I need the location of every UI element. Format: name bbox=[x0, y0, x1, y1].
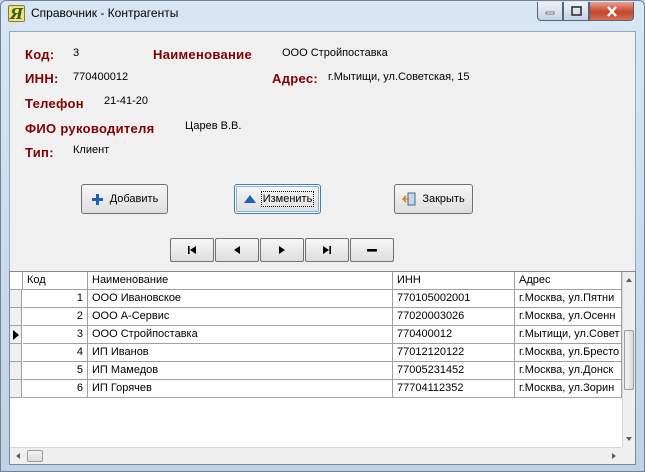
cell-inn[interactable]: 77704112352 bbox=[393, 380, 515, 398]
director-value: Царев В.В. bbox=[185, 120, 242, 132]
scroll-right-arrow-icon bbox=[612, 453, 616, 459]
minus-icon bbox=[367, 249, 377, 252]
nav-first-button[interactable] bbox=[170, 238, 214, 262]
cell-address[interactable]: г.Москва, ул.Зорин bbox=[515, 380, 622, 398]
edit-button[interactable]: Изменить bbox=[234, 184, 321, 214]
app-window: Я Справочник - Контрагенты Код: 3 Наимен… bbox=[0, 0, 645, 472]
previous-record-icon bbox=[234, 246, 240, 254]
row-indicator bbox=[10, 290, 22, 308]
column-header-inn[interactable]: ИНН bbox=[393, 272, 515, 290]
scroll-left-arrow-icon bbox=[16, 453, 20, 459]
nav-delete-button[interactable] bbox=[350, 238, 394, 262]
table-row[interactable]: 4 ИП Иванов 77012120122 г.Москва, ул.Бре… bbox=[10, 344, 622, 362]
horizontal-scroll-thumb[interactable] bbox=[27, 450, 43, 462]
triangle-up-icon bbox=[243, 195, 256, 203]
inn-label: ИНН: bbox=[25, 71, 59, 86]
address-label: Адрес: bbox=[272, 71, 318, 86]
cell-code[interactable]: 4 bbox=[23, 344, 88, 362]
cell-address[interactable]: г.Москва, ул.Пятни bbox=[515, 290, 622, 308]
scrollbar-corner bbox=[622, 447, 635, 464]
cell-name[interactable]: ООО Стройпоставка bbox=[88, 326, 393, 344]
cell-address[interactable]: г.Москва, ул.Бресто bbox=[515, 344, 622, 362]
nav-last-button[interactable] bbox=[305, 238, 349, 262]
window-title: Справочник - Контрагенты bbox=[31, 6, 179, 20]
current-row-arrow-icon bbox=[13, 330, 19, 340]
cell-inn[interactable]: 77005231452 bbox=[393, 362, 515, 380]
cell-code[interactable]: 2 bbox=[23, 308, 88, 326]
row-indicator bbox=[10, 308, 22, 326]
close-button[interactable]: Закрыть bbox=[394, 184, 473, 214]
add-button[interactable]: Добавить bbox=[81, 184, 168, 214]
minimize-icon bbox=[545, 11, 555, 15]
maximize-button[interactable] bbox=[563, 2, 589, 21]
next-record-icon bbox=[279, 246, 285, 254]
cell-code[interactable]: 3 bbox=[23, 326, 88, 344]
nav-next-button[interactable] bbox=[260, 238, 304, 262]
type-value: Клиент bbox=[73, 144, 110, 156]
cell-address[interactable]: г.Мытищи, ул.Совет bbox=[515, 326, 622, 344]
last-record-icon bbox=[323, 246, 331, 254]
inn-value: 770400012 bbox=[73, 71, 129, 83]
table-row[interactable]: 6 ИП Горячев 77704112352 г.Москва, ул.Зо… bbox=[10, 380, 622, 398]
table-row-selected[interactable]: 3 ООО Стройпоставка 770400012 г.Мытищи, … bbox=[10, 326, 622, 344]
maximize-icon bbox=[570, 6, 582, 16]
row-indicator bbox=[10, 362, 22, 380]
minimize-button[interactable] bbox=[537, 2, 563, 21]
nav-prev-button[interactable] bbox=[215, 238, 259, 262]
cell-inn[interactable]: 77012120122 bbox=[393, 344, 515, 362]
name-value: ООО Стройпоставка bbox=[282, 47, 388, 59]
exit-door-icon bbox=[402, 192, 416, 206]
column-header-code[interactable]: Код bbox=[23, 272, 88, 290]
vertical-scrollbar[interactable] bbox=[622, 272, 635, 447]
cell-code[interactable]: 1 bbox=[23, 290, 88, 308]
grid-header: Код Наименование ИНН Адрес bbox=[10, 272, 622, 290]
edit-button-label: Изменить bbox=[260, 191, 315, 207]
app-icon: Я bbox=[8, 5, 25, 23]
row-indicator bbox=[10, 380, 22, 398]
contractors-grid[interactable]: Код Наименование ИНН Адрес 1 ООО Ивановс… bbox=[9, 271, 636, 465]
close-button-label: Закрыть bbox=[422, 193, 465, 205]
cell-address[interactable]: г.Москва, ул.Осенн bbox=[515, 308, 622, 326]
code-label: Код: bbox=[25, 47, 55, 62]
cell-name[interactable]: ООО Ивановское bbox=[88, 290, 393, 308]
phone-label: Телефон bbox=[25, 96, 84, 111]
cell-address[interactable]: г.Москва, ул.Донск bbox=[515, 362, 622, 380]
code-value: 3 bbox=[73, 47, 80, 59]
cell-name[interactable]: ООО А-Сервис bbox=[88, 308, 393, 326]
plus-icon bbox=[91, 193, 103, 205]
table-row[interactable]: 5 ИП Мамедов 77005231452 г.Москва, ул.До… bbox=[10, 362, 622, 380]
add-button-label: Добавить bbox=[109, 193, 159, 205]
type-label: Тип: bbox=[25, 145, 54, 160]
header-indicator bbox=[10, 272, 23, 290]
phone-value: 21-41-20 bbox=[104, 95, 149, 107]
cell-code[interactable]: 6 bbox=[23, 380, 88, 398]
row-indicator-current bbox=[10, 326, 22, 344]
address-value: г.Мытищи, ул.Советская, 15 bbox=[328, 71, 470, 83]
cell-inn[interactable]: 770400012 bbox=[393, 326, 515, 344]
scroll-up-arrow-icon bbox=[626, 278, 632, 282]
column-header-name[interactable]: Наименование bbox=[88, 272, 393, 290]
title-bar[interactable]: Я Справочник - Контрагенты bbox=[1, 1, 644, 27]
scroll-down-arrow-icon bbox=[626, 437, 632, 441]
director-label: ФИО руководителя bbox=[25, 121, 155, 136]
close-icon bbox=[606, 5, 617, 17]
table-row[interactable]: 2 ООО А-Сервис 77020003026 г.Москва, ул.… bbox=[10, 308, 622, 326]
cell-name[interactable]: ИП Иванов bbox=[88, 344, 393, 362]
close-window-button[interactable] bbox=[589, 2, 634, 21]
cell-inn[interactable]: 77020003026 bbox=[393, 308, 515, 326]
column-header-address[interactable]: Адрес bbox=[515, 272, 622, 290]
cell-code[interactable]: 5 bbox=[23, 362, 88, 380]
first-record-icon bbox=[188, 246, 196, 254]
cell-inn[interactable]: 770105002001 bbox=[393, 290, 515, 308]
vertical-scroll-thumb[interactable] bbox=[624, 330, 634, 390]
cell-name[interactable]: ИП Горячев bbox=[88, 380, 393, 398]
horizontal-scrollbar[interactable] bbox=[10, 447, 622, 464]
row-indicator bbox=[10, 344, 22, 362]
cell-name[interactable]: ИП Мамедов bbox=[88, 362, 393, 380]
name-label: Наименование bbox=[153, 47, 252, 62]
table-row[interactable]: 1 ООО Ивановское 770105002001 г.Москва, … bbox=[10, 290, 622, 308]
